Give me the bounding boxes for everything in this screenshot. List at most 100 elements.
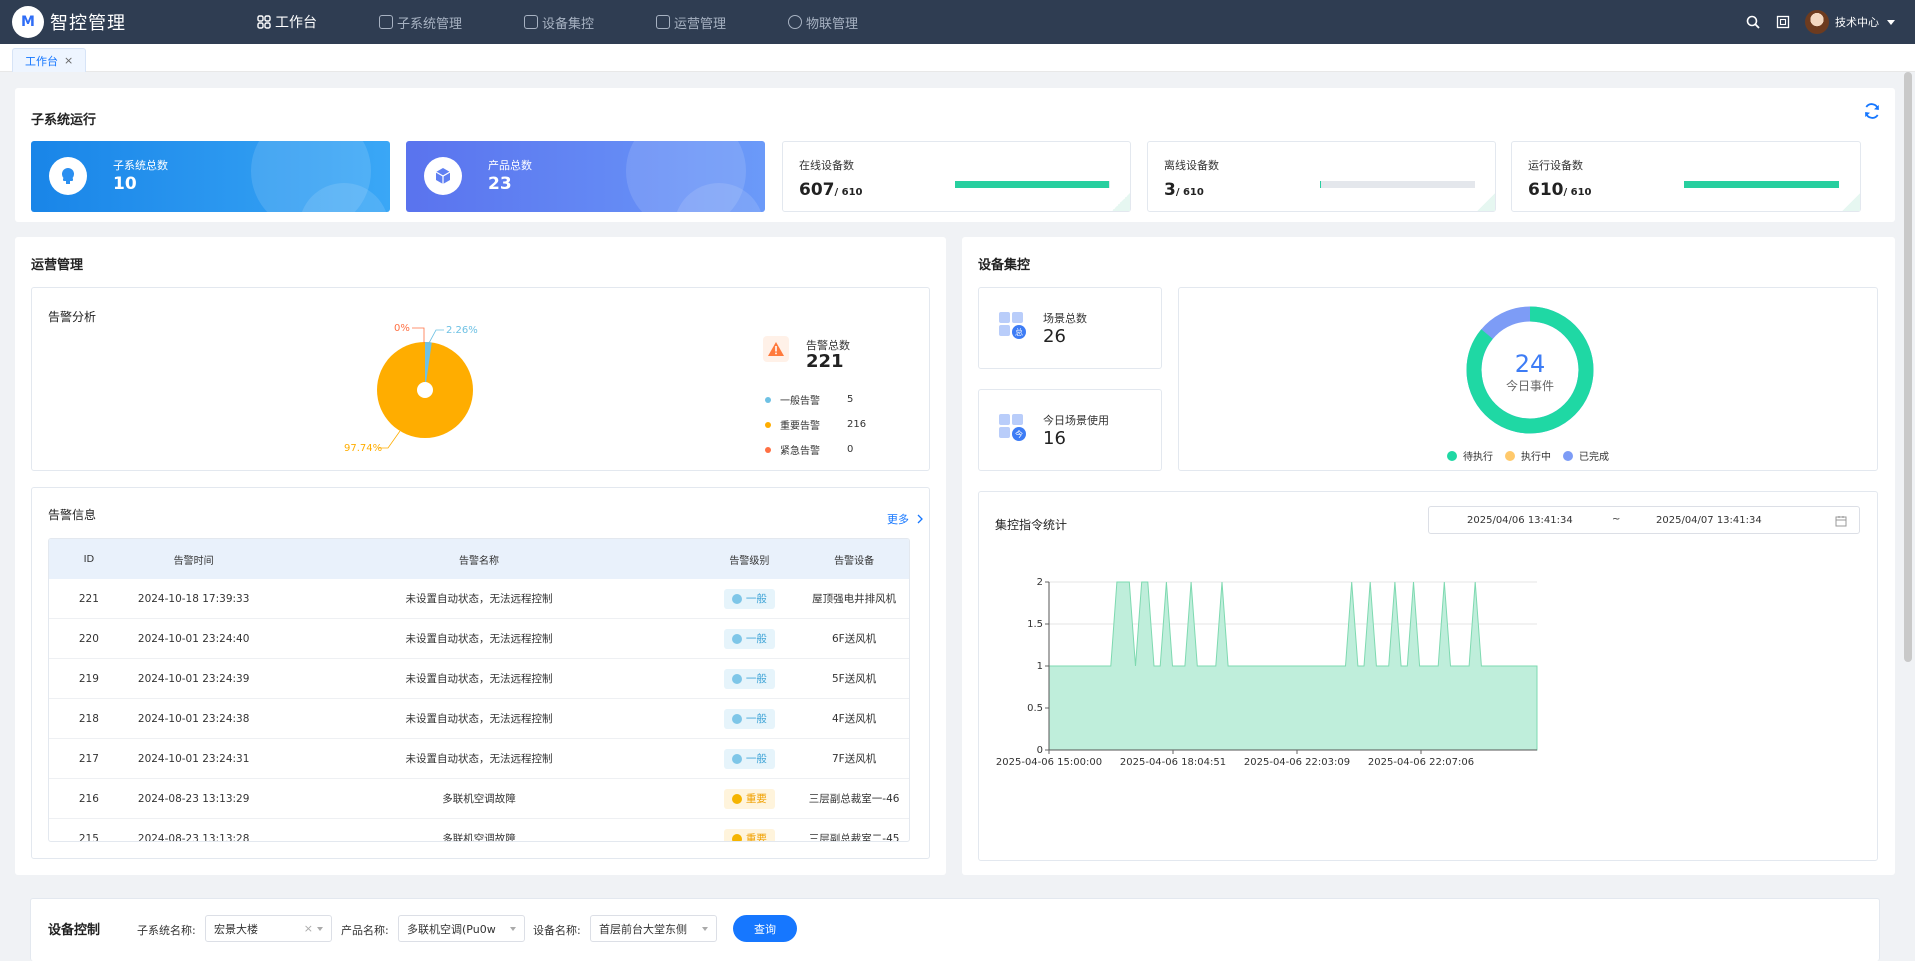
table-row[interactable]: 216 2024-08-23 13:13:29 多联机空调故障 重要 三层副总裁… xyxy=(49,779,909,819)
svg-text:总: 总 xyxy=(1015,327,1023,337)
running-device-card[interactable]: 运行设备数 610/ 610 xyxy=(1511,141,1861,212)
subsystem-total-value: 10 xyxy=(113,174,137,194)
refresh-icon[interactable] xyxy=(1862,101,1882,124)
nav-iot[interactable]: 物联管理 xyxy=(788,12,858,32)
page-scrollbar[interactable] xyxy=(1904,72,1912,662)
pie-label-urgent: 0% xyxy=(394,323,410,334)
table-row[interactable]: 220 2024-10-01 23:24:40 未设置自动状态，无法远程控制 一… xyxy=(49,619,909,659)
clear-icon: × xyxy=(303,922,313,935)
subsystem-panel: 子系统运行 子系统总数 10 产品总数 23 在线设备数 607/ 610 离线… xyxy=(15,88,1895,222)
nav-operations[interactable]: 运营管理 xyxy=(656,12,726,32)
table-row[interactable]: 218 2024-10-01 23:24:38 未设置自动状态，无法远程控制 一… xyxy=(49,699,909,739)
offline-progress xyxy=(1320,181,1475,188)
offline-device-card[interactable]: 离线设备数 3/ 610 xyxy=(1147,141,1496,212)
level-badge: 一般 xyxy=(723,668,775,689)
cloud-icon xyxy=(49,157,87,195)
table-row[interactable]: 215 2024-08-23 13:13:28 多联机空调故障 重要 三层副总裁… xyxy=(49,819,909,841)
device-select[interactable]: 首层前台大堂东侧 xyxy=(590,915,717,942)
scene-today-value: 16 xyxy=(1043,428,1066,449)
top-right-tools: 技术中心 xyxy=(1745,0,1895,44)
close-icon[interactable]: × xyxy=(64,54,73,67)
top-navbar: M 智控管理 工作台 子系统管理 设备集控 运营管理 物联管理 技术中心 xyxy=(0,0,1915,44)
more-link[interactable]: 更多 xyxy=(887,511,925,527)
globe-icon xyxy=(788,15,803,29)
app-logo[interactable]: M 智控管理 xyxy=(12,6,242,38)
subsystem-name-label: 子系统名称: xyxy=(137,924,196,937)
pie-label-normal: 2.26% xyxy=(446,325,478,336)
subsystem-total-card[interactable]: 子系统总数 10 xyxy=(31,141,390,212)
running-device-value: 610/ 610 xyxy=(1528,180,1592,200)
chevron-right-icon xyxy=(917,514,923,524)
nav-subsystem-management[interactable]: 子系统管理 xyxy=(379,12,462,32)
command-chart: 0 0.5 1 1.5 2 2025-04-06 15:00:00 2025-04-06 1… xyxy=(996,577,1538,768)
area-series xyxy=(1048,581,1538,751)
y-tick-label: 2 xyxy=(1037,577,1043,588)
pie-center xyxy=(417,382,433,398)
donut-legend: 待执行 执行中 已完成 xyxy=(1447,448,1609,463)
online-device-card[interactable]: 在线设备数 607/ 610 xyxy=(782,141,1131,212)
date-start: 2025/04/06 13:41:34 xyxy=(1467,515,1573,526)
y-tick-label: 1 xyxy=(1037,661,1043,672)
device-center-title: 设备集控 xyxy=(978,258,1031,273)
scene-total-card[interactable]: 总 场景总数 26 xyxy=(978,287,1162,369)
level-badge: 一般 xyxy=(723,628,775,649)
subsystem-icon xyxy=(379,15,393,29)
subsystem-select[interactable]: 宏景大楼 × xyxy=(205,915,332,942)
date-end: 2025/04/07 13:41:34 xyxy=(1656,515,1762,526)
online-progress xyxy=(955,181,1110,188)
scene-total-value: 26 xyxy=(1043,326,1066,347)
cube-icon xyxy=(424,157,462,195)
running-progress xyxy=(1684,181,1839,188)
level-badge: 重要 xyxy=(723,788,775,809)
level-badge: 一般 xyxy=(723,748,775,769)
date-range-picker[interactable]: 2025/04/06 13:41:34 ~ 2025/04/07 13:41:3… xyxy=(1428,506,1860,534)
scene-icon: 总 xyxy=(997,310,1027,343)
avatar[interactable] xyxy=(1805,10,1829,34)
device-control-title: 设备控制 xyxy=(48,923,101,938)
product-select[interactable]: 多联机空调(Pu0w xyxy=(398,915,525,942)
logo-icon: M xyxy=(12,6,44,38)
grid-icon xyxy=(257,15,271,29)
x-tick-label: 2025-04-06 22:03:09 xyxy=(1244,757,1350,768)
table-body: 221 2024-10-18 17:39:33 未设置自动状态，无法远程控制 一… xyxy=(49,579,909,841)
legend-done: 已完成 xyxy=(1563,448,1609,463)
alarm-total-value: 221 xyxy=(806,351,844,372)
legend-pending: 待执行 xyxy=(1447,448,1493,463)
user-name[interactable]: 技术中心 xyxy=(1835,14,1879,30)
app-title: 智控管理 xyxy=(50,13,126,34)
events-donut: 24 今日事件 xyxy=(1466,306,1594,434)
subsystem-title: 子系统运行 xyxy=(31,113,97,128)
scene-today-icon: 今 xyxy=(997,412,1027,445)
nav-workbench[interactable]: 工作台 xyxy=(257,12,317,32)
date-separator: ~ xyxy=(1612,514,1621,525)
alarm-info-title: 告警信息 xyxy=(48,508,97,522)
fullscreen-icon[interactable] xyxy=(1775,14,1791,30)
offline-device-value: 3/ 610 xyxy=(1164,180,1204,200)
pie-label-important: 97.74% xyxy=(344,443,382,454)
legend-urgent: 紧急告警 0 xyxy=(765,442,885,457)
legend-normal: 一般告警 5 xyxy=(765,392,885,407)
table-row[interactable]: 219 2024-10-01 23:24:39 未设置自动状态，无法远程控制 一… xyxy=(49,659,909,699)
y-tick-label: 0 xyxy=(1037,745,1043,756)
online-device-value: 607/ 610 xyxy=(799,180,863,200)
search-icon[interactable] xyxy=(1745,14,1761,30)
donut-center-label: 今日事件 xyxy=(1506,378,1554,393)
product-total-value: 23 xyxy=(488,174,512,194)
product-total-card[interactable]: 产品总数 23 xyxy=(406,141,765,212)
y-tick-label: 1.5 xyxy=(1027,619,1043,630)
alarm-pie-chart: 0% 2.26% 97.74% xyxy=(344,323,478,454)
x-tick-label: 2025-04-06 22:07:06 xyxy=(1368,757,1474,768)
level-badge: 一般 xyxy=(723,708,775,729)
server-icon xyxy=(524,15,539,29)
chevron-down-icon[interactable] xyxy=(1887,19,1895,25)
legend-dot xyxy=(765,396,771,403)
legend-dot xyxy=(765,421,771,428)
table-row[interactable]: 221 2024-10-18 17:39:33 未设置自动状态，无法远程控制 一… xyxy=(49,579,909,619)
nav-device-control[interactable]: 设备集控 xyxy=(524,12,594,32)
events-card: 24 今日事件 待执行 执行中 已完成 xyxy=(1178,287,1878,471)
svg-text:今: 今 xyxy=(1015,429,1023,439)
query-button[interactable]: 查询 xyxy=(733,915,797,942)
table-row[interactable]: 217 2024-10-01 23:24:31 未设置自动状态，无法远程控制 一… xyxy=(49,739,909,779)
tab-workbench[interactable]: 工作台 × xyxy=(12,48,87,72)
scene-today-card[interactable]: 今 今日场景使用 16 xyxy=(978,389,1162,471)
